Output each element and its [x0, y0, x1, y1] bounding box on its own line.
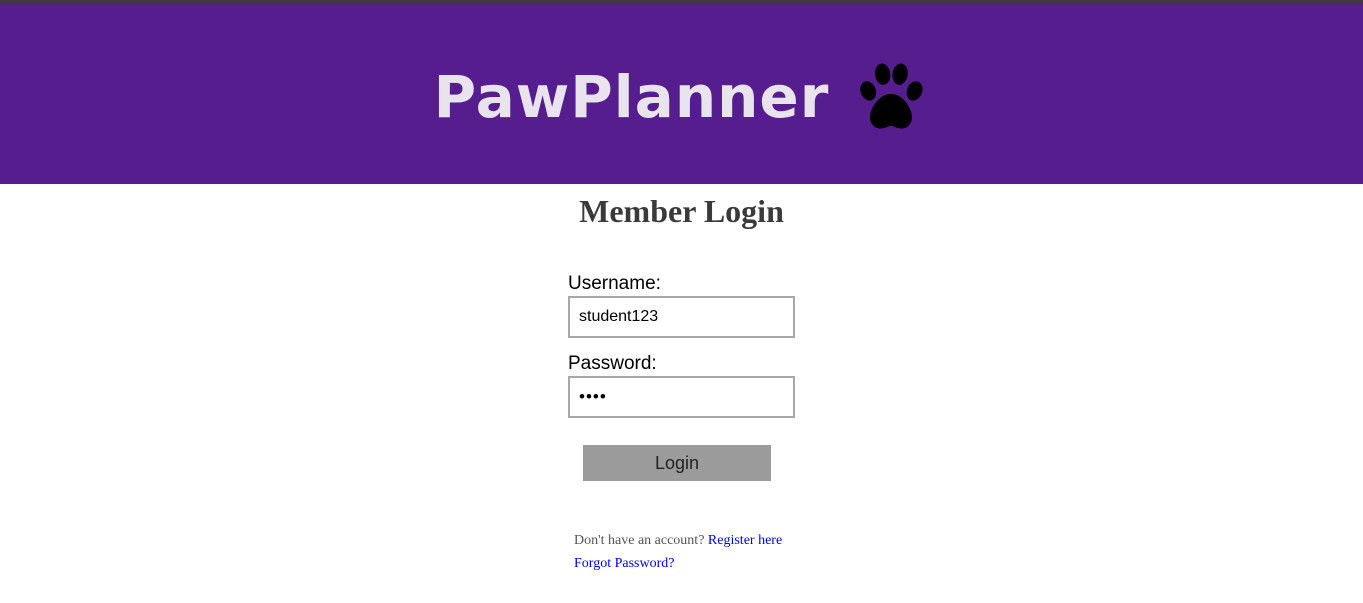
username-label: Username:: [568, 273, 661, 294]
forgot-password-line: Forgot Password?: [574, 556, 674, 572]
password-label: Password:: [568, 353, 657, 374]
app-title: PawPlanner: [433, 62, 830, 131]
register-prompt: Don't have an account? Register here: [574, 533, 782, 549]
password-input[interactable]: [568, 376, 795, 418]
register-prompt-text: Don't have an account?: [574, 533, 705, 548]
register-link[interactable]: Register here: [708, 533, 782, 548]
username-input[interactable]: [568, 296, 795, 338]
login-button[interactable]: Login: [583, 445, 771, 481]
paw-icon: [860, 63, 923, 129]
login-heading: Member Login: [579, 193, 784, 229]
header-banner: PawPlanner: [0, 3, 1363, 184]
forgot-password-link[interactable]: Forgot Password?: [574, 556, 674, 571]
